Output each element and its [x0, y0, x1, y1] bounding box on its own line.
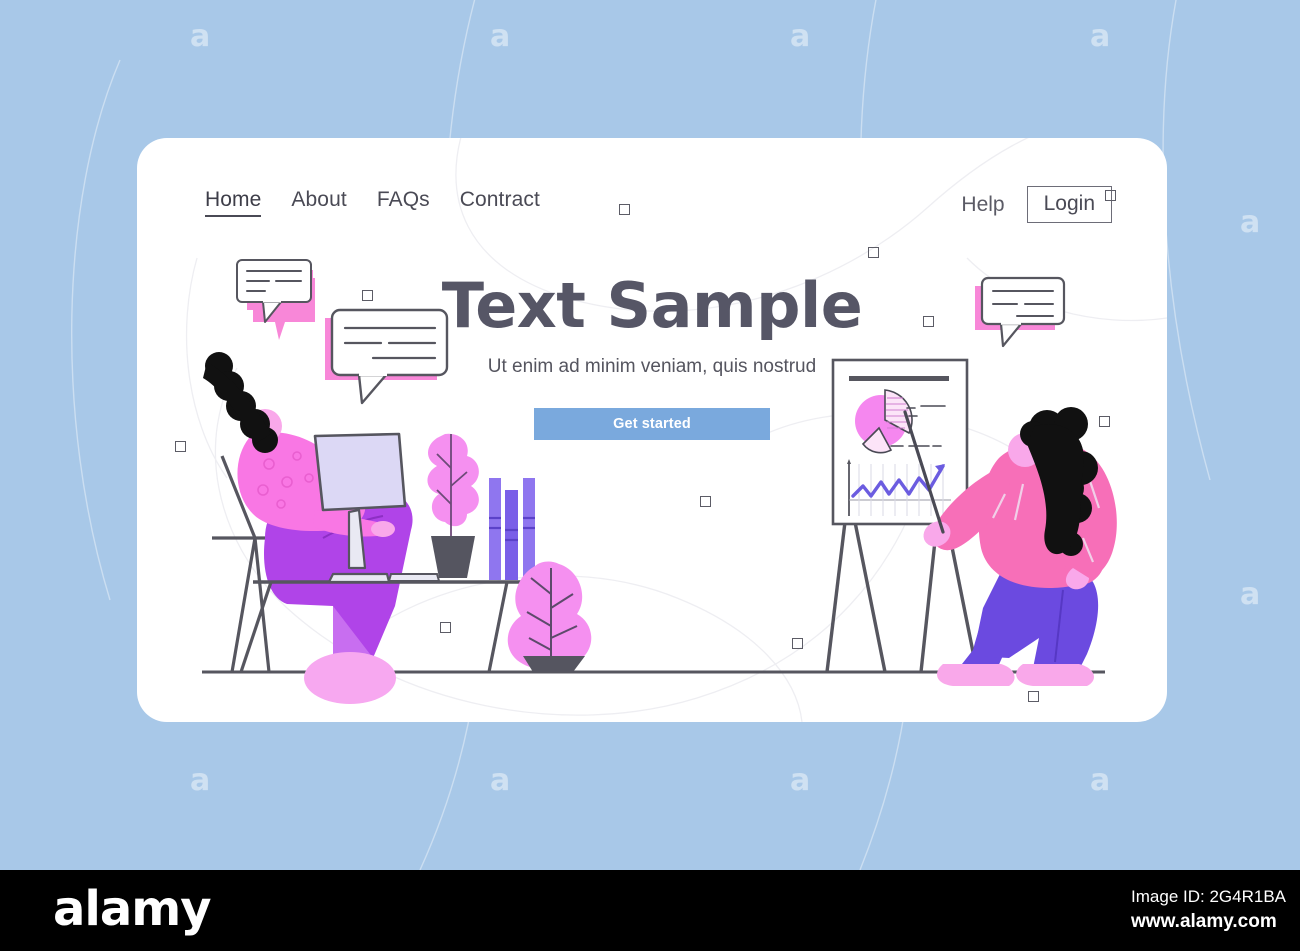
- nav-link-home[interactable]: Home: [205, 188, 262, 217]
- nav-link-faqs[interactable]: FAQs: [377, 188, 430, 212]
- login-button[interactable]: Login: [1026, 186, 1112, 224]
- watermark-letter: a: [790, 19, 811, 54]
- get-started-button[interactable]: Get started: [534, 408, 770, 441]
- deco-square-9: [700, 496, 711, 507]
- hero-section: Text Sample Ut enim ad minim veniam, qui…: [137, 269, 1167, 441]
- hero-subtitle: Ut enim ad minim veniam, quis nostrud: [487, 356, 817, 378]
- deco-square-10: [792, 638, 803, 649]
- watermark-letter: a: [190, 19, 211, 54]
- page-title: Text Sample: [441, 269, 863, 342]
- alamy-logo: alamy: [53, 881, 212, 937]
- watermark-letter: a: [1240, 205, 1261, 240]
- deco-square-7: [175, 441, 186, 452]
- footer-meta: Image ID: 2G4R1BA www.alamy.com: [1131, 886, 1286, 935]
- alamy-url-text: www.alamy.com: [1131, 910, 1277, 932]
- deco-square-4: [1105, 190, 1116, 201]
- deco-square-6: [362, 290, 373, 301]
- deco-square-11: [1028, 691, 1039, 702]
- deco-square-1: [619, 204, 630, 215]
- nav-link-about[interactable]: About: [291, 188, 346, 212]
- watermark-letter: a: [190, 763, 211, 798]
- cta-wrapper: Get started: [137, 408, 1167, 441]
- deco-square-8: [440, 622, 451, 633]
- nav-links: Home About FAQs Contract: [205, 188, 540, 217]
- image-id-text: Image ID: 2G4R1BA: [1131, 887, 1286, 906]
- landing-page-card: Home About FAQs Contract Help Login Text…: [137, 138, 1167, 722]
- deco-square-5: [1099, 416, 1110, 427]
- navbar: Home About FAQs Contract Help Login: [137, 138, 1167, 248]
- watermark-letter: a: [1090, 19, 1111, 54]
- nav-link-contract[interactable]: Contract: [460, 188, 540, 212]
- deco-square-3: [923, 316, 934, 327]
- watermark-letter: a: [490, 19, 511, 54]
- watermark-letter: a: [790, 763, 811, 798]
- deco-square-2: [868, 247, 879, 258]
- nav-actions: Help Login: [961, 186, 1112, 224]
- watermark-letter: a: [1090, 763, 1111, 798]
- watermark-letter: a: [490, 763, 511, 798]
- watermark-letter: a: [1240, 577, 1261, 612]
- help-link[interactable]: Help: [961, 193, 1004, 217]
